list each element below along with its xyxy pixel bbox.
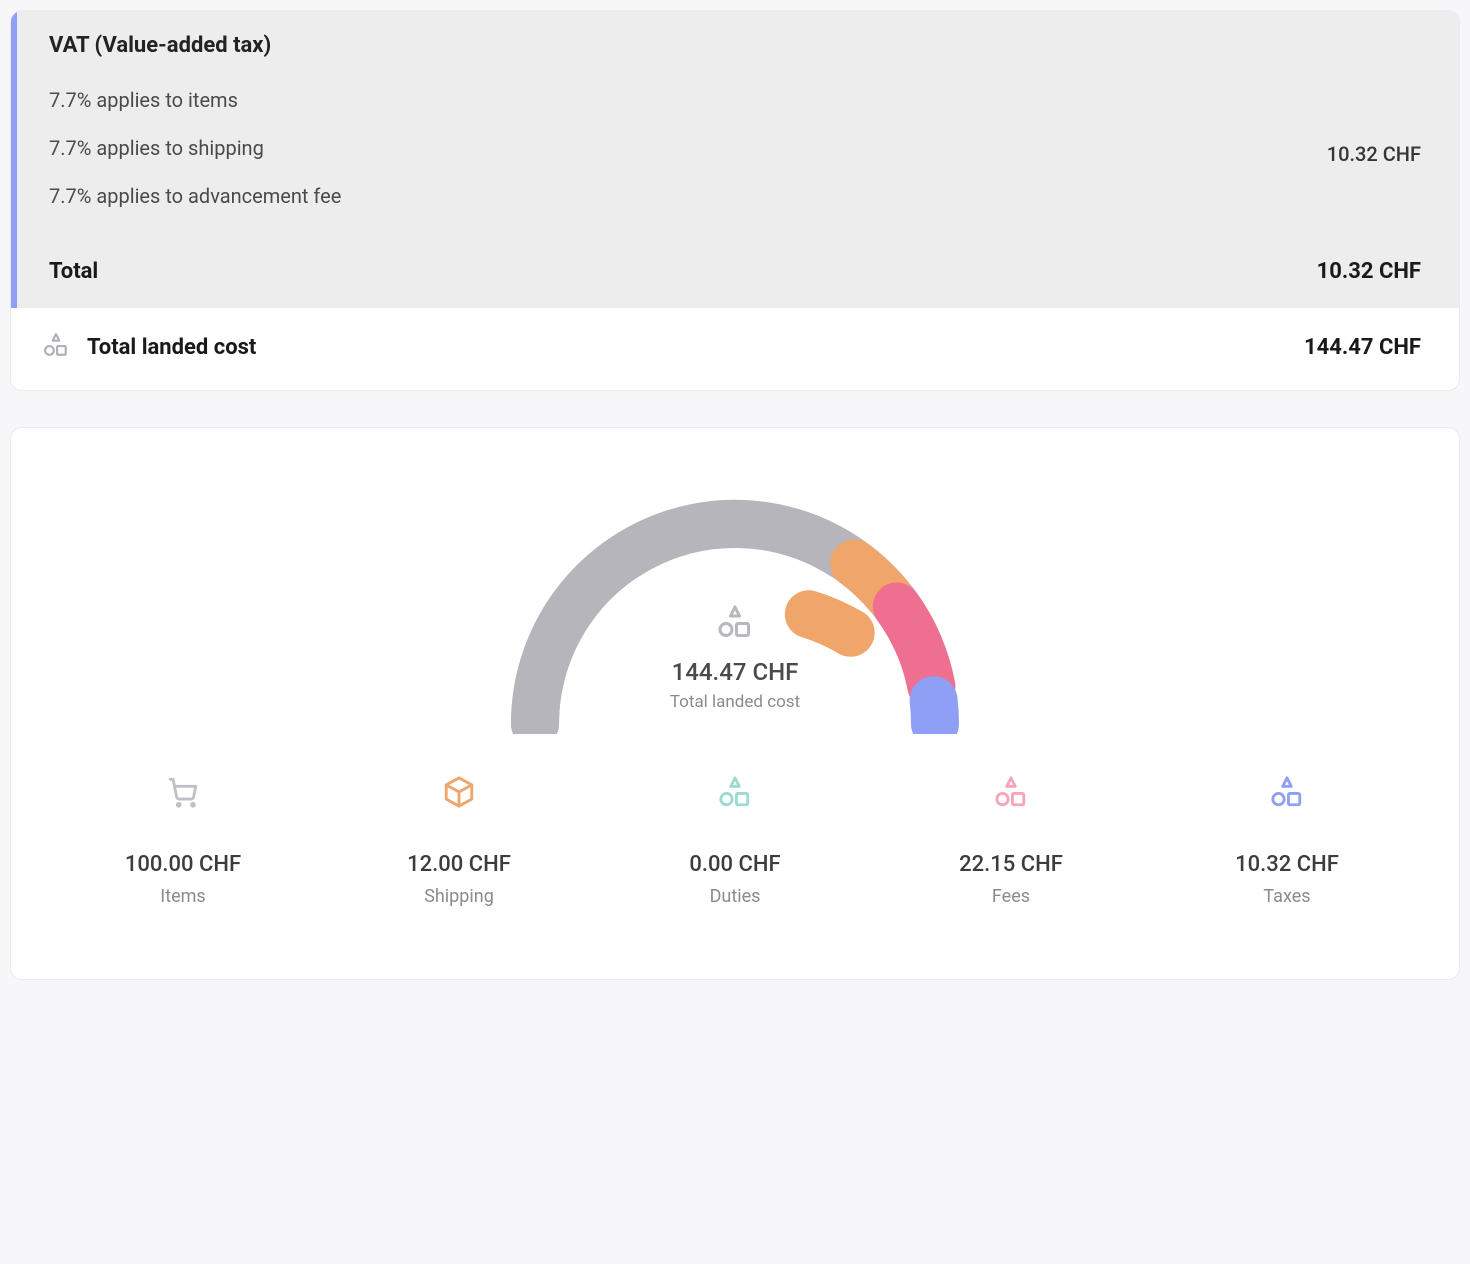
vat-title: VAT (Value-added tax) xyxy=(49,33,1421,58)
vat-total-row: Total 10.32 CHF xyxy=(17,238,1459,308)
breakdown-fees-value: 22.15 CHF xyxy=(959,852,1063,877)
vat-section: VAT (Value-added tax) 7.7% applies to it… xyxy=(11,11,1459,308)
vat-line-advancement: 7.7% applies to advancement fee xyxy=(49,172,1327,220)
breakdown-taxes: 10.32 CHF Taxes xyxy=(1155,772,1419,907)
cart-icon xyxy=(166,772,200,812)
breakdown-row: 100.00 CHF Items 12.00 CHF Shipping xyxy=(51,772,1419,907)
gauge-center: 144.47 CHF Total landed cost xyxy=(670,604,800,712)
shapes-icon xyxy=(1270,772,1304,812)
shapes-icon xyxy=(43,332,69,362)
vat-line-items: 7.7% applies to items xyxy=(49,76,1327,124)
total-landed-value: 144.47 CHF xyxy=(1304,335,1421,360)
breakdown-fees-label: Fees xyxy=(992,886,1030,907)
gauge: 144.47 CHF Total landed cost xyxy=(51,484,1419,712)
shapes-icon xyxy=(994,772,1028,812)
vat-total-label: Total xyxy=(49,259,98,284)
tax-summary-card: VAT (Value-added tax) 7.7% applies to it… xyxy=(10,10,1460,391)
vat-subtotal-value: 10.32 CHF xyxy=(1327,142,1421,166)
breakdown-duties-value: 0.00 CHF xyxy=(689,852,780,877)
package-icon xyxy=(442,772,476,812)
breakdown-fees: 22.15 CHF Fees xyxy=(879,772,1143,907)
vat-body: 7.7% applies to items 7.7% applies to sh… xyxy=(17,70,1459,238)
total-landed-label: Total landed cost xyxy=(87,335,1304,360)
breakdown-duties: 0.00 CHF Duties xyxy=(603,772,867,907)
shapes-icon xyxy=(717,604,753,644)
breakdown-items: 100.00 CHF Items xyxy=(51,772,315,907)
breakdown-shipping-value: 12.00 CHF xyxy=(407,852,511,877)
breakdown-taxes-value: 10.32 CHF xyxy=(1235,852,1339,877)
breakdown-shipping: 12.00 CHF Shipping xyxy=(327,772,591,907)
breakdown-items-value: 100.00 CHF xyxy=(125,852,241,877)
vat-total-value: 10.32 CHF xyxy=(1317,259,1421,284)
breakdown-items-label: Items xyxy=(160,886,205,907)
total-landed-row: Total landed cost 144.47 CHF xyxy=(11,308,1459,390)
breakdown-duties-label: Duties xyxy=(710,886,761,907)
breakdown-taxes-label: Taxes xyxy=(1263,886,1310,907)
breakdown-shipping-label: Shipping xyxy=(424,886,494,907)
breakdown-card: 144.47 CHF Total landed cost 100.00 CHF … xyxy=(10,427,1460,980)
gauge-center-label: Total landed cost xyxy=(670,692,800,712)
gauge-center-value: 144.47 CHF xyxy=(672,658,799,686)
shapes-icon xyxy=(718,772,752,812)
vat-header: VAT (Value-added tax) xyxy=(17,11,1459,70)
vat-line-shipping: 7.7% applies to shipping xyxy=(49,124,1327,172)
